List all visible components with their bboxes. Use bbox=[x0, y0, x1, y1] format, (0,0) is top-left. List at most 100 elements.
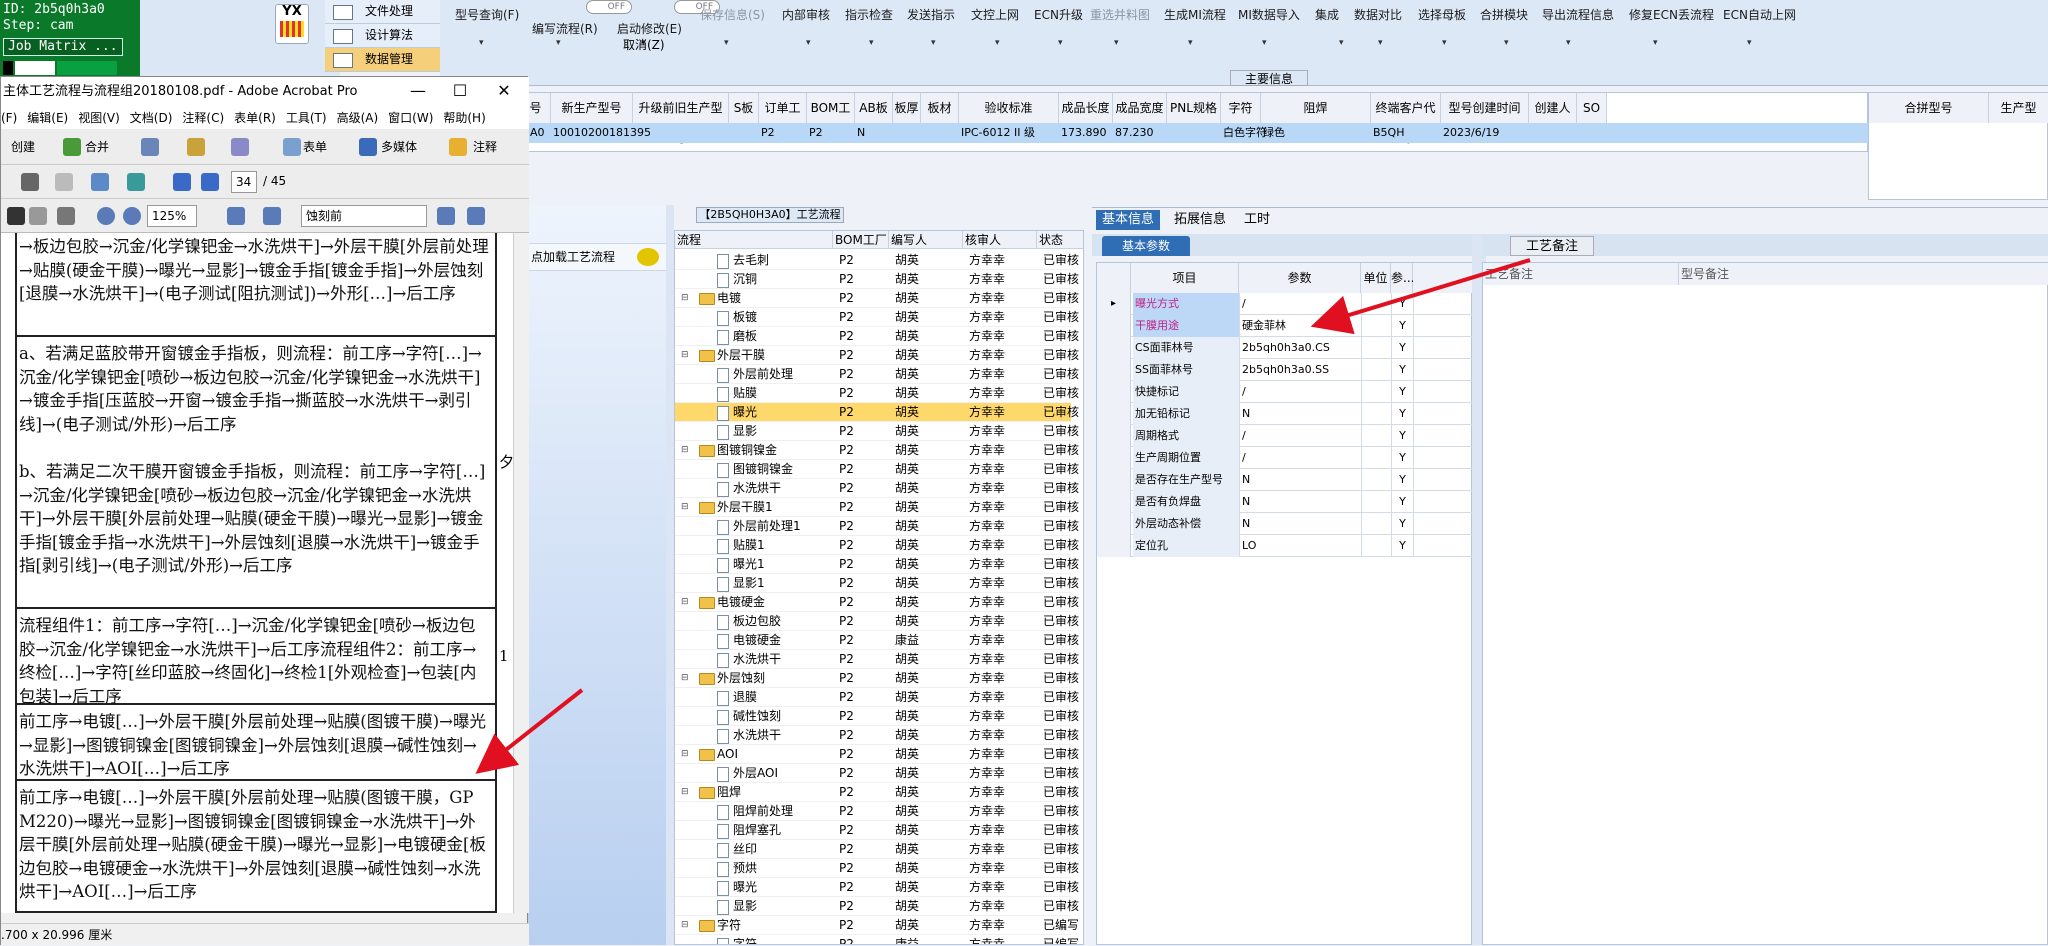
tree-row[interactable]: 沉铜 P2 胡英 方幸幸 已审核 bbox=[675, 270, 1079, 289]
pdf-menu-item[interactable]: 工具(T) bbox=[286, 111, 327, 125]
tree-row[interactable]: 曝光 P2 胡英 方幸幸 已审核 bbox=[675, 878, 1079, 897]
param-cell[interactable]: N bbox=[1239, 403, 1361, 425]
tree-row[interactable]: ⊟ 外层蚀刻 P2 胡英 方幸幸 已审核 bbox=[675, 669, 1079, 688]
tab-basic-params[interactable]: 基本参数 bbox=[1102, 236, 1190, 256]
pen-icon[interactable] bbox=[231, 138, 249, 156]
collapse-icon[interactable]: ⊟ bbox=[681, 498, 689, 517]
param-cell[interactable]: / bbox=[1239, 293, 1361, 315]
select-icon[interactable] bbox=[7, 207, 25, 225]
chevron-down-icon[interactable]: ▾ bbox=[1058, 38, 1063, 48]
col-header[interactable]: 板材 bbox=[921, 93, 959, 123]
col-header[interactable]: 验收标准 bbox=[959, 93, 1059, 123]
col-header[interactable]: 创建人 bbox=[1529, 93, 1577, 123]
tree-row[interactable]: ⊟ 电镀 P2 胡英 方幸幸 已审核 bbox=[675, 289, 1079, 308]
comment-button[interactable]: 注释 bbox=[473, 129, 497, 165]
tree-row[interactable]: 外层AOI P2 胡英 方幸幸 已审核 bbox=[675, 764, 1079, 783]
chevron-down-icon[interactable]: ▾ bbox=[1747, 38, 1752, 48]
tree-col-header[interactable]: 状态 bbox=[1037, 231, 1083, 249]
pdf-menu-item[interactable]: 注释(C) bbox=[182, 111, 224, 125]
terminal-input[interactable]: to bbox=[15, 61, 55, 76]
col-header[interactable]: 板厚 bbox=[893, 93, 921, 123]
cancel-button[interactable]: 取消(Z) bbox=[623, 36, 665, 53]
pdf-menu-item[interactable]: 文档(D) bbox=[130, 111, 173, 125]
chevron-down-icon[interactable]: ▾ bbox=[1114, 38, 1119, 48]
tree-row[interactable]: 碱性蚀刻 P2 胡英 方幸幸 已审核 bbox=[675, 707, 1079, 726]
param-row[interactable]: SS面菲林号 2b5qh0h3a0.SS Y bbox=[1097, 359, 1473, 381]
param-row[interactable]: 是否存在生产型号 N Y bbox=[1097, 469, 1473, 491]
multimedia-button[interactable]: 多媒体 bbox=[381, 129, 417, 165]
tree-row[interactable]: ⊟ 字符 P2 胡英 方幸幸 已编写 bbox=[675, 916, 1079, 935]
tab-extended-info[interactable]: 拓展信息 bbox=[1168, 210, 1232, 230]
save-icon[interactable] bbox=[55, 173, 73, 191]
ribbon-button-7[interactable]: 文控上网 bbox=[971, 6, 1019, 23]
print-icon[interactable] bbox=[21, 173, 39, 191]
chevron-down-icon[interactable]: ▾ bbox=[1442, 38, 1447, 48]
tree-row[interactable]: 曝光1 P2 胡英 方幸幸 已审核 bbox=[675, 555, 1079, 574]
zoom-icon[interactable] bbox=[57, 207, 75, 225]
ribbon-button-17[interactable]: 修复ECN丢流程 bbox=[1629, 6, 1714, 23]
col-header[interactable]: 型号创建时间 bbox=[1441, 93, 1529, 123]
pdf-menu-item[interactable]: 表单(R) bbox=[234, 111, 276, 125]
ribbon-button-2[interactable]: 启动修改(E) bbox=[617, 20, 682, 37]
ribbon-button-8[interactable]: ECN升级 bbox=[1034, 6, 1083, 23]
col-header[interactable]: 新生产型号 bbox=[551, 93, 633, 123]
tree-row[interactable]: 显影1 P2 胡英 方幸幸 已审核 bbox=[675, 574, 1079, 593]
col-param[interactable]: 参数 bbox=[1239, 263, 1361, 293]
param-cell[interactable]: N bbox=[1239, 513, 1361, 535]
yx-app-icon[interactable]: YX bbox=[275, 4, 309, 44]
job-matrix-button[interactable]: Job Matrix ... bbox=[3, 38, 123, 56]
param-row[interactable]: 定位孔 LO Y bbox=[1097, 535, 1473, 557]
forms-button[interactable]: 表单 bbox=[303, 129, 327, 165]
ribbon-button-5[interactable]: 指示检查 bbox=[845, 6, 893, 23]
nav-data-management[interactable]: 数据管理 bbox=[325, 48, 445, 72]
chevron-down-icon[interactable]: ▾ bbox=[1339, 38, 1344, 48]
page-up-icon[interactable] bbox=[173, 173, 191, 191]
param-cell[interactable]: 硬金菲林 bbox=[1239, 315, 1361, 337]
ribbon-button-18[interactable]: ECN自动上网 bbox=[1723, 6, 1796, 23]
tree-row[interactable]: 预烘 P2 胡英 方幸幸 已审核 bbox=[675, 859, 1079, 878]
email-icon[interactable] bbox=[91, 173, 109, 191]
tab-work-hours[interactable]: 工时 bbox=[1238, 210, 1276, 230]
collapse-icon[interactable]: ⊟ bbox=[681, 593, 689, 612]
ribbon-button-12[interactable]: 集成 bbox=[1315, 6, 1339, 23]
param-cell[interactable]: 2b5qh0h3a0.CS bbox=[1239, 337, 1361, 359]
tree-row[interactable]: 退膜 P2 胡英 方幸幸 已审核 bbox=[675, 688, 1079, 707]
pdf-menu-item[interactable]: 帮助(H) bbox=[443, 111, 485, 125]
find-next-icon[interactable] bbox=[467, 207, 485, 225]
ribbon-button-13[interactable]: 数据对比 bbox=[1354, 6, 1402, 23]
tree-row[interactable]: 显影 P2 胡英 方幸幸 已审核 bbox=[675, 897, 1079, 916]
collapse-icon[interactable]: ⊟ bbox=[681, 289, 689, 308]
tree-row[interactable]: 曝光 P2 胡英 方幸幸 已审核 bbox=[675, 403, 1079, 422]
tree-row[interactable]: 丝印 P2 胡英 方幸幸 已审核 bbox=[675, 840, 1079, 859]
ribbon-button-3[interactable]: 保存信息(S) bbox=[700, 6, 765, 23]
param-cell[interactable]: LO bbox=[1239, 535, 1361, 557]
col-merge-model[interactable]: 合拼型号 bbox=[1869, 93, 1989, 123]
chevron-down-icon[interactable]: ▾ bbox=[1566, 38, 1571, 48]
pdf-menu-item[interactable]: 高级(A) bbox=[337, 111, 379, 125]
tree-row[interactable]: 板镀 P2 胡英 方幸幸 已审核 bbox=[675, 308, 1079, 327]
chevron-down-icon[interactable]: ▾ bbox=[479, 38, 484, 48]
ribbon-button-6[interactable]: 发送指示 bbox=[907, 6, 955, 23]
zoom-out-icon[interactable] bbox=[97, 207, 115, 225]
pdf-search-input[interactable]: 蚀刻前 bbox=[301, 205, 427, 227]
chevron-down-icon[interactable]: ▾ bbox=[869, 38, 874, 48]
tree-row[interactable]: 贴膜1 P2 胡英 方幸幸 已审核 bbox=[675, 536, 1079, 555]
ribbon-button-0[interactable]: 型号查询(F) bbox=[455, 6, 519, 23]
collapse-icon[interactable]: ⊟ bbox=[681, 669, 689, 688]
tree-row[interactable]: 贴膜 P2 胡英 方幸幸 已审核 bbox=[675, 384, 1079, 403]
col-item[interactable]: 项目 bbox=[1131, 263, 1239, 293]
fit-width-icon[interactable] bbox=[263, 207, 281, 225]
chevron-down-icon[interactable]: ▾ bbox=[724, 38, 729, 48]
chevron-down-icon[interactable]: ▾ bbox=[931, 38, 936, 48]
ribbon-button-14[interactable]: 选择母板 bbox=[1418, 6, 1466, 23]
nav-file-processing[interactable]: 文件处理 bbox=[325, 0, 445, 24]
param-cell[interactable]: N bbox=[1239, 469, 1361, 491]
col-model-remark[interactable]: 型号备注 bbox=[1679, 263, 2048, 285]
collapse-icon[interactable]: ⊟ bbox=[681, 441, 689, 460]
minimize-icon[interactable]: — bbox=[397, 77, 439, 107]
page-down-icon[interactable] bbox=[201, 173, 219, 191]
zoom-in-icon[interactable] bbox=[123, 207, 141, 225]
chevron-down-icon[interactable]: ▾ bbox=[1378, 38, 1383, 48]
merge-button[interactable]: 合并 bbox=[85, 129, 109, 165]
lock-icon[interactable] bbox=[187, 138, 205, 156]
